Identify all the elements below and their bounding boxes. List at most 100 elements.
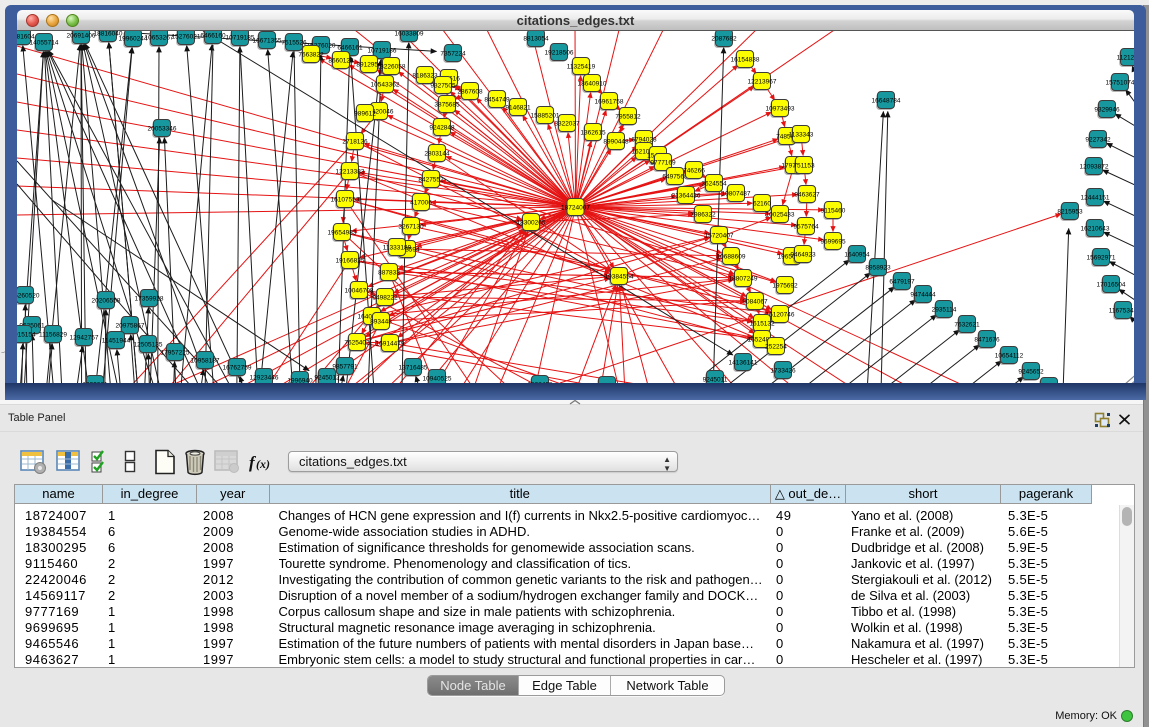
svg-text:8958923: 8958923 bbox=[865, 265, 891, 272]
svg-text:9115460: 9115460 bbox=[821, 208, 846, 215]
svg-text:1133343: 1133343 bbox=[789, 132, 814, 139]
svg-text:19166825: 19166825 bbox=[336, 258, 365, 265]
svg-text:11156829: 11156829 bbox=[39, 332, 67, 339]
svg-text:6497568: 6497568 bbox=[662, 174, 688, 181]
svg-text:7625402: 7625402 bbox=[344, 340, 370, 347]
svg-text:9699695: 9699695 bbox=[820, 239, 846, 246]
svg-text:2087682: 2087682 bbox=[711, 36, 737, 43]
svg-text:16107553: 16107553 bbox=[331, 197, 360, 204]
svg-text:9245012: 9245012 bbox=[314, 375, 340, 382]
svg-text:12505135: 12505135 bbox=[134, 342, 163, 349]
svg-text:8427552: 8427552 bbox=[418, 177, 444, 184]
svg-text:15276021: 15276021 bbox=[172, 34, 201, 41]
svg-text:8454749: 8454749 bbox=[484, 97, 510, 104]
svg-text:15720407: 15720407 bbox=[705, 233, 734, 240]
svg-text:18807249: 18807249 bbox=[729, 276, 758, 283]
svg-text:8813054: 8813054 bbox=[523, 36, 549, 43]
svg-text:10973493: 10973493 bbox=[766, 106, 795, 113]
svg-text:1996940: 1996940 bbox=[287, 378, 313, 383]
svg-text:16914479: 16914479 bbox=[376, 341, 405, 348]
svg-text:1099061: 1099061 bbox=[82, 382, 108, 383]
svg-text:12093872: 12093872 bbox=[1080, 164, 1109, 171]
svg-text:893448: 893448 bbox=[370, 319, 392, 326]
svg-text:17359928: 17359928 bbox=[135, 296, 164, 303]
svg-text:11333189: 11333189 bbox=[383, 245, 412, 252]
svg-text:989612: 989612 bbox=[354, 111, 376, 118]
svg-text:19654983: 19654983 bbox=[328, 230, 357, 237]
svg-text:18724007: 18724007 bbox=[561, 205, 590, 212]
svg-text:252254: 252254 bbox=[765, 344, 787, 351]
svg-text:887833: 887833 bbox=[378, 270, 400, 277]
svg-text:9227342: 9227342 bbox=[1085, 137, 1111, 144]
svg-text:62160: 62160 bbox=[753, 201, 771, 208]
svg-text:16033809: 16033809 bbox=[395, 31, 424, 38]
svg-text:11675348: 11675348 bbox=[1109, 308, 1134, 315]
svg-text:11451944: 11451944 bbox=[102, 338, 131, 345]
svg-text:1733426: 1733426 bbox=[770, 368, 796, 375]
svg-text:9498222: 9498222 bbox=[372, 295, 398, 302]
svg-text:13716485: 13716485 bbox=[399, 365, 428, 372]
svg-text:16671355: 16671355 bbox=[253, 38, 282, 45]
svg-text:12213967: 12213967 bbox=[748, 79, 777, 86]
svg-text:9857791: 9857791 bbox=[332, 364, 358, 371]
svg-text:15885201: 15885201 bbox=[531, 113, 560, 120]
svg-text:6479197: 6479197 bbox=[889, 279, 915, 286]
svg-text:16210643: 16210643 bbox=[1081, 226, 1110, 233]
svg-text:19384554: 19384554 bbox=[605, 274, 634, 281]
svg-text:15692971: 15692971 bbox=[1087, 255, 1116, 262]
svg-text:7515526: 7515526 bbox=[281, 40, 307, 47]
svg-text:10046708: 10046708 bbox=[345, 288, 374, 295]
svg-text:10719186: 10719186 bbox=[368, 48, 397, 55]
svg-text:9777169: 9777169 bbox=[650, 160, 676, 167]
svg-text:10719185: 10719185 bbox=[226, 35, 255, 42]
svg-text:26260520: 26260520 bbox=[17, 293, 40, 300]
svg-text:7955812: 7955812 bbox=[615, 114, 641, 121]
svg-text:17016504: 17016504 bbox=[1097, 282, 1126, 289]
svg-text:746266: 746266 bbox=[683, 168, 705, 175]
svg-text:19960244: 19960244 bbox=[119, 36, 148, 43]
svg-text:7357224: 7357224 bbox=[440, 51, 466, 58]
svg-text:1975692: 1975692 bbox=[772, 283, 798, 290]
svg-text:10025433: 10025433 bbox=[766, 212, 795, 219]
svg-text:12942757: 12942757 bbox=[70, 335, 99, 342]
svg-text:10654112: 10654112 bbox=[995, 353, 1024, 360]
svg-text:10958187: 10958187 bbox=[191, 358, 220, 365]
svg-text:6466160: 6466160 bbox=[200, 33, 226, 40]
svg-text:8990448: 8990448 bbox=[603, 139, 629, 146]
svg-text:19218506: 19218506 bbox=[545, 50, 574, 57]
svg-text:8322037: 8322037 bbox=[554, 121, 580, 128]
svg-text:12213383: 12213383 bbox=[336, 169, 365, 176]
svg-text:3915154: 3915154 bbox=[17, 332, 36, 339]
svg-text:8215953: 8215953 bbox=[1057, 209, 1083, 216]
svg-text:1640954: 1640954 bbox=[844, 252, 870, 259]
svg-text:20206558: 20206558 bbox=[92, 298, 121, 305]
svg-text:18300265: 18300265 bbox=[517, 220, 546, 227]
svg-text:1362615: 1362615 bbox=[580, 130, 606, 137]
svg-text:751153: 751153 bbox=[793, 163, 815, 170]
svg-text:16154838: 16154838 bbox=[731, 57, 760, 64]
svg-text:3624554: 3624554 bbox=[701, 181, 727, 188]
svg-text:10807487: 10807487 bbox=[722, 191, 751, 198]
svg-text:10653267: 10653267 bbox=[145, 35, 174, 42]
svg-text:14136141: 14136141 bbox=[729, 360, 758, 367]
svg-text:16648784: 16648784 bbox=[872, 98, 901, 105]
svg-text:7663822: 7663822 bbox=[298, 52, 324, 59]
svg-text:9327505: 9327505 bbox=[430, 83, 456, 90]
svg-text:3875685: 3875685 bbox=[434, 102, 460, 109]
svg-text:11325419: 11325419 bbox=[567, 64, 596, 71]
svg-text:7986322: 7986322 bbox=[690, 212, 716, 219]
svg-text:2718126: 2718126 bbox=[342, 139, 368, 146]
svg-text:20691406: 20691406 bbox=[67, 33, 96, 40]
svg-text:8471676: 8471676 bbox=[974, 337, 1000, 344]
svg-text:20053346: 20053346 bbox=[148, 126, 177, 133]
svg-text:2935114: 2935114 bbox=[932, 307, 957, 314]
svg-text:10688609: 10688609 bbox=[717, 254, 746, 261]
svg-text:9245652: 9245652 bbox=[1018, 369, 1044, 376]
svg-text:(x): (x) bbox=[256, 457, 270, 471]
svg-text:13226058: 13226058 bbox=[377, 64, 406, 71]
svg-text:6466161: 6466161 bbox=[337, 45, 363, 52]
svg-text:12444151: 12444151 bbox=[1081, 195, 1110, 202]
svg-text:9084067: 9084067 bbox=[742, 299, 768, 306]
svg-text:15751074: 15751074 bbox=[1106, 80, 1134, 87]
svg-text:10543362: 10543362 bbox=[371, 82, 400, 89]
